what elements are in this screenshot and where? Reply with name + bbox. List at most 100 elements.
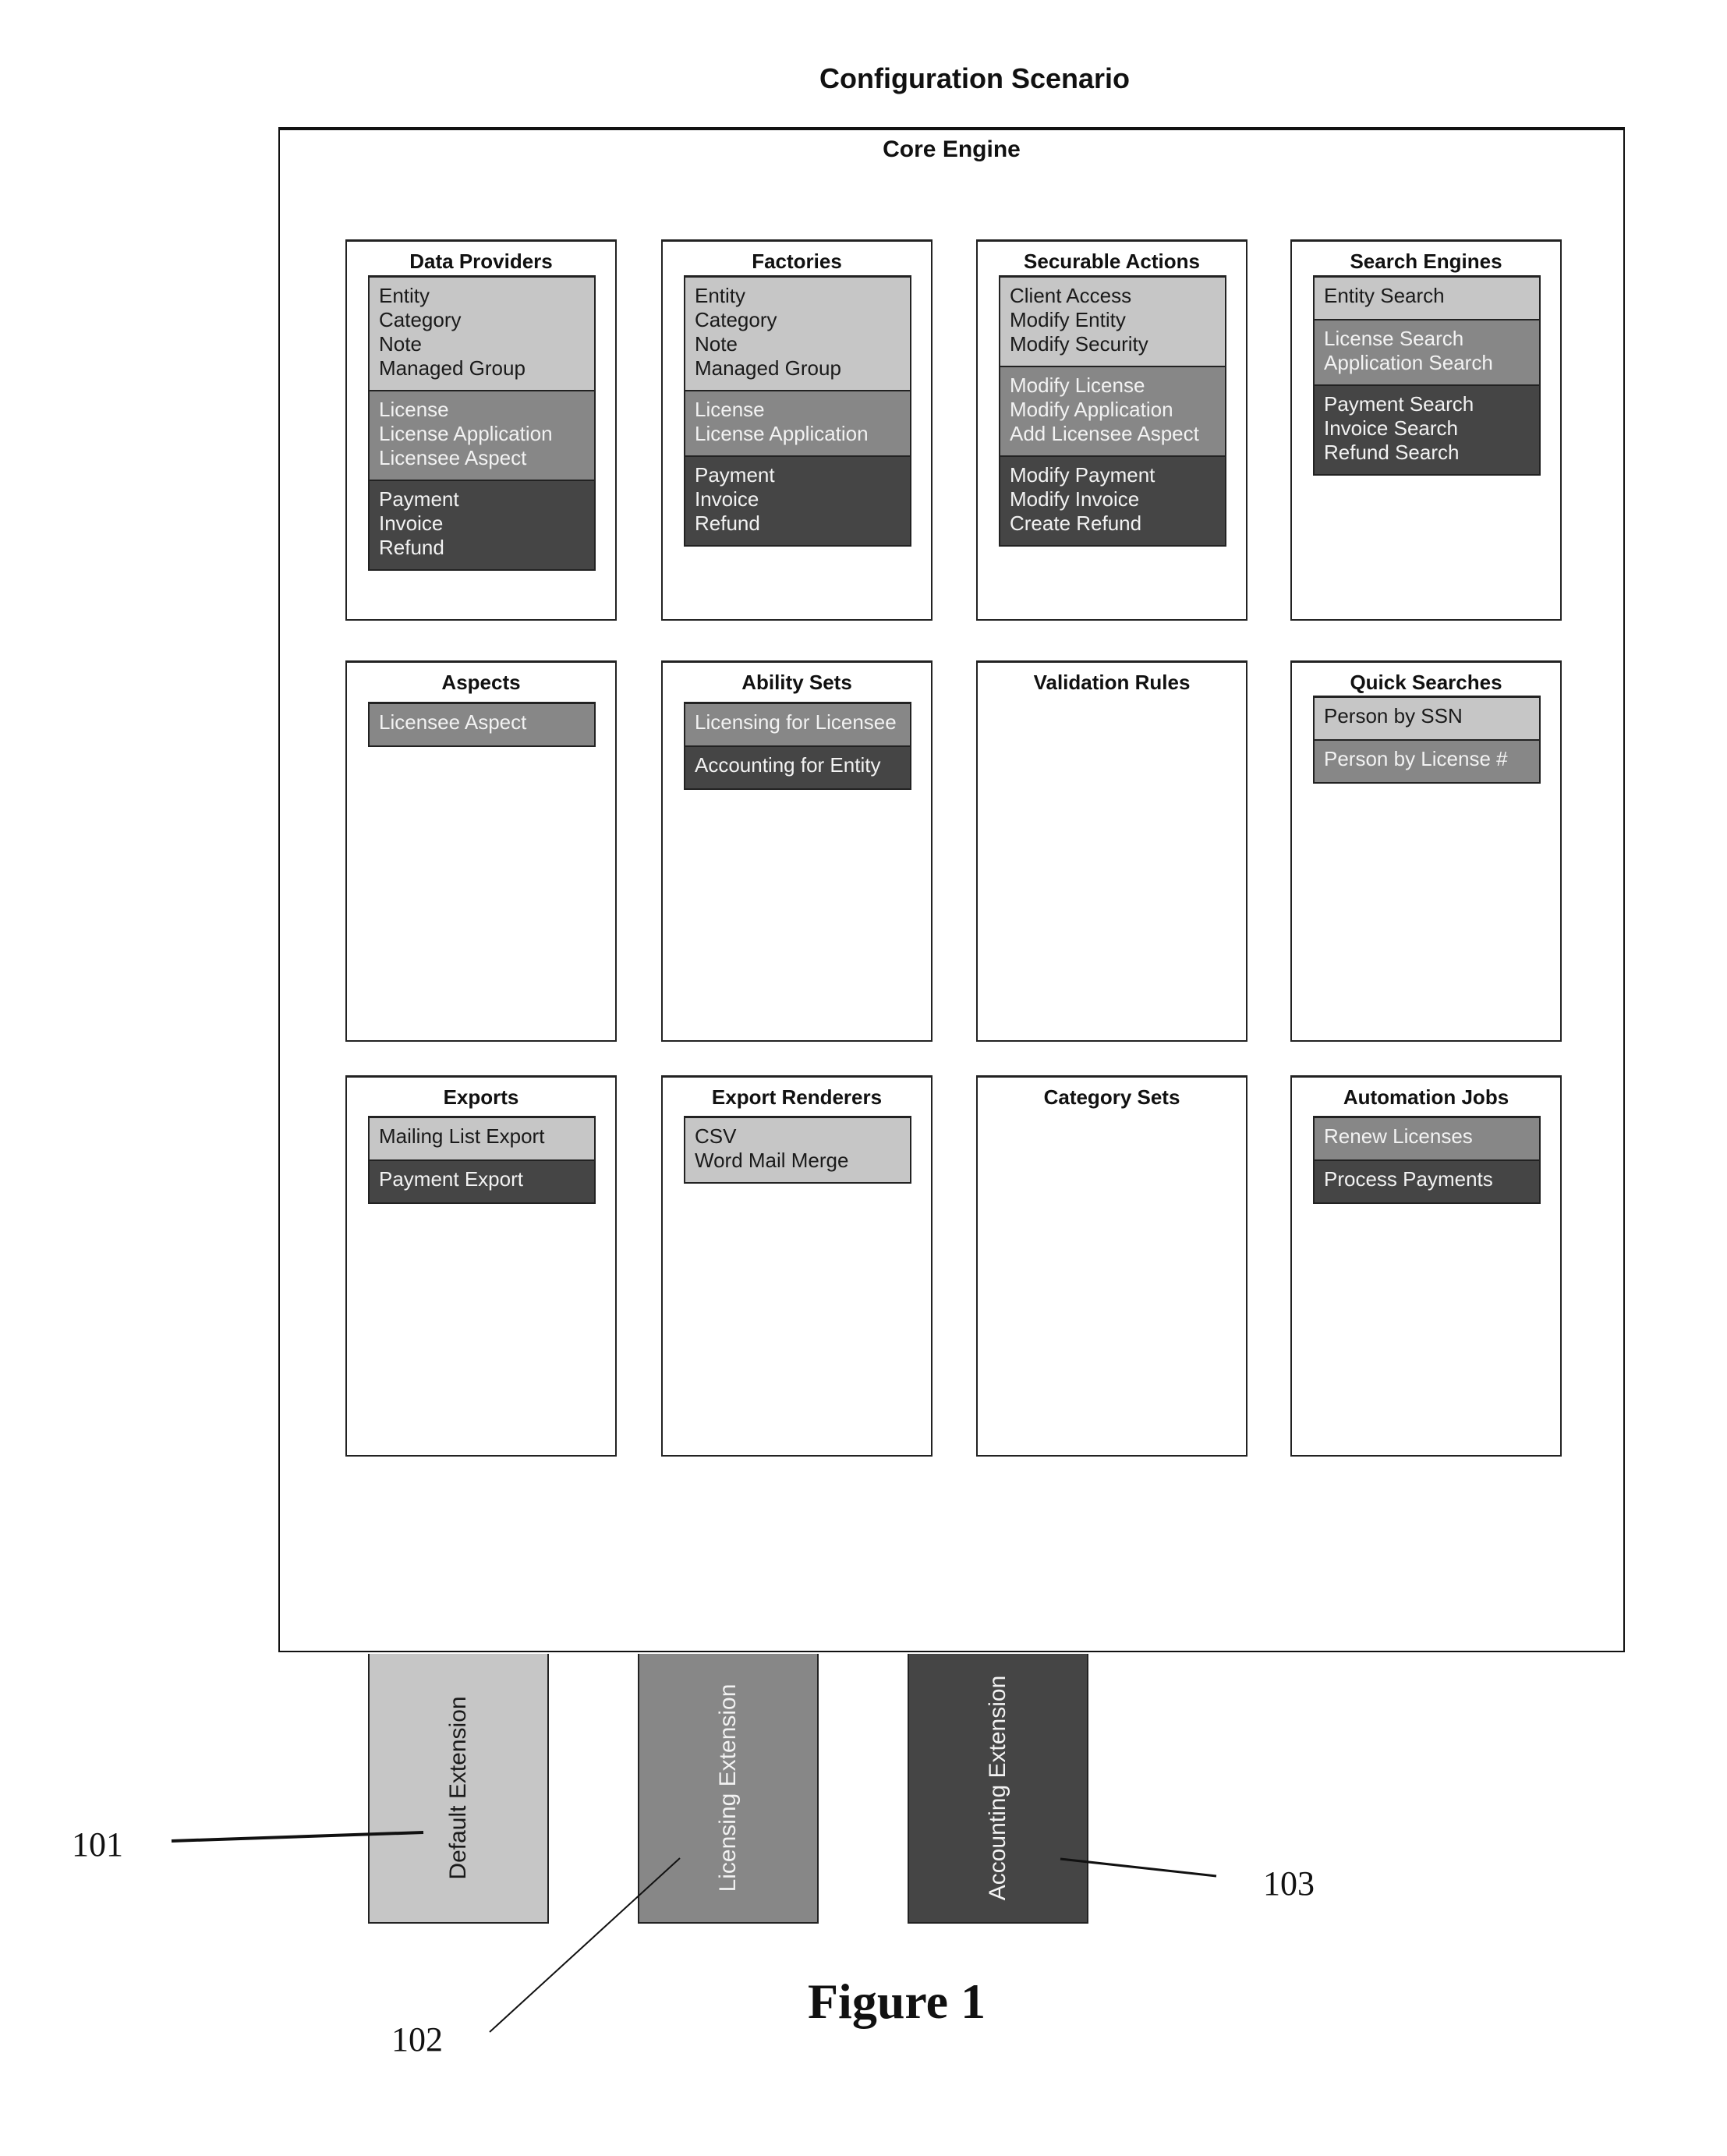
panel-title: Category Sets: [1043, 1085, 1180, 1109]
section-item: Invoice: [379, 512, 444, 535]
section-item: Add Licensee Aspect: [1010, 422, 1199, 445]
dark-extension-section: Payment Invoice Refund: [370, 480, 594, 569]
section-item: Mailing List Export: [379, 1124, 545, 1148]
panel-validation-rules: Validation Rules: [976, 660, 1247, 1042]
panel-title: Quick Searches: [1350, 671, 1502, 694]
section-item: Category: [379, 308, 462, 331]
extension-label: Licensing Extension: [715, 1683, 741, 1892]
extension-contribution-stack: Licensing for Licensee Accounting for Ent…: [684, 702, 911, 790]
panel-title: Validation Rules: [1033, 671, 1191, 694]
section-item: Payment: [379, 487, 459, 511]
section-item: Managed Group: [379, 356, 526, 380]
panel-title: Securable Actions: [1024, 250, 1200, 273]
section-item: Payment Export: [379, 1167, 523, 1191]
extension-contribution-stack: Entity Category Note Managed Group License Li…: [684, 275, 911, 547]
dark-extension-section: Process Payments: [1315, 1159, 1539, 1202]
panel-title: Aspects: [441, 671, 521, 694]
section-item: Refund Search: [1324, 441, 1460, 464]
panel-export-renderers: Export Renderers CSV Word Mail Merge: [661, 1075, 933, 1457]
mid-extension-section: Modify License Modify Application Add Lice…: [1000, 366, 1225, 455]
section-item: Entity Search: [1324, 284, 1445, 307]
extension-contribution-stack: Entity Search License Search Application S…: [1313, 275, 1541, 476]
panel-title: Export Renderers: [711, 1085, 883, 1109]
section-item: Person by License #: [1324, 747, 1508, 770]
section-item: Word Mail Merge: [695, 1149, 849, 1172]
section-item: Process Payments: [1324, 1167, 1493, 1191]
panel-automation-jobs: Automation Jobs Renew Licenses Process Pay…: [1290, 1075, 1562, 1457]
mid-extension-section: Licensing for Licensee: [685, 704, 910, 745]
extension-contribution-stack: Entity Category Note Managed Group License Li…: [368, 275, 596, 571]
core-engine-title: Core Engine: [883, 136, 1021, 162]
panel-data-providers: Data Providers Entity Category Note Managed …: [345, 239, 617, 621]
extension-contribution-stack: Renew Licenses Process Payments: [1313, 1116, 1541, 1204]
extension-contribution-stack: Client Access Modify Entity Modify Securit…: [999, 275, 1226, 547]
light-extension-section: Entity Search: [1315, 278, 1539, 319]
section-item: Note: [695, 332, 738, 356]
section-item: Licensee Aspect: [379, 446, 527, 469]
light-extension-section: Client Access Modify Entity Modify Securit…: [1000, 278, 1225, 366]
panel-search-engines: Search Engines Entity Search License Searc…: [1290, 239, 1562, 621]
section-item: Invoice: [695, 487, 759, 511]
dark-extension-section: Payment Search Invoice Search Refund Searc…: [1315, 384, 1539, 474]
dark-extension-section: Modify Payment Modify Invoice Create Refun…: [1000, 455, 1225, 545]
section-item: Managed Group: [695, 356, 841, 380]
section-item: Modify Security: [1010, 332, 1148, 356]
extension-contribution-stack: Person by SSN Person by License #: [1313, 696, 1541, 784]
panel-exports: Exports Mailing List Export Payment Export: [345, 1075, 617, 1457]
extension-contribution-stack: CSV Word Mail Merge: [684, 1116, 911, 1184]
section-item: CSV: [695, 1124, 737, 1148]
section-item: License: [695, 398, 765, 421]
light-extension-section: Person by SSN: [1315, 698, 1539, 739]
panel-title: Search Engines: [1350, 250, 1502, 273]
accounting-extension-block: Accounting Extension: [908, 1654, 1088, 1924]
section-item: Renew Licenses: [1324, 1124, 1473, 1148]
panel-ability-sets: Ability Sets Licensing for Licensee Accoun…: [661, 660, 933, 1042]
section-item: Invoice Search: [1324, 416, 1458, 440]
panel-title: Exports: [443, 1085, 519, 1109]
panel-title: Ability Sets: [741, 671, 852, 694]
panel-title: Automation Jobs: [1343, 1085, 1509, 1109]
section-item: Refund: [695, 512, 760, 535]
mid-extension-section: License License Application: [685, 390, 910, 455]
light-extension-section: Entity Category Note Managed Group: [370, 278, 594, 390]
panel-title: Data Providers: [409, 250, 553, 273]
extension-label: Accounting Extension: [985, 1675, 1010, 1901]
section-item: License Application: [695, 422, 869, 445]
section-item: Payment Search: [1324, 392, 1474, 416]
section-item: Refund: [379, 536, 444, 559]
mid-extension-section: License Search Application Search: [1315, 319, 1539, 384]
section-item: Person by SSN: [1324, 704, 1463, 728]
mid-extension-section: License License Application Licensee Aspec…: [370, 390, 594, 480]
section-item: Note: [379, 332, 422, 356]
section-item: Modify Entity: [1010, 308, 1126, 331]
section-item: License Search: [1324, 327, 1464, 350]
panel-title: Factories: [752, 250, 842, 273]
extension-label: Default Extension: [445, 1696, 471, 1880]
reference-label-101: 101: [72, 1825, 123, 1864]
mid-extension-section: Person by License #: [1315, 739, 1539, 782]
section-item: Modify Invoice: [1010, 487, 1140, 511]
licensing-extension-block: Licensing Extension: [638, 1654, 819, 1924]
section-item: License: [379, 398, 449, 421]
light-extension-section: Mailing List Export: [370, 1118, 594, 1159]
default-extension-block: Default Extension: [368, 1654, 549, 1924]
mid-extension-section: Renew Licenses: [1315, 1118, 1539, 1159]
section-item: Application Search: [1324, 351, 1493, 374]
section-item: License Application: [379, 422, 553, 445]
section-item: Licensee Aspect: [379, 710, 527, 734]
section-item: Create Refund: [1010, 512, 1142, 535]
dark-extension-section: Accounting for Entity: [685, 745, 910, 788]
section-item: Licensing for Licensee: [695, 710, 897, 734]
panel-category-sets: Category Sets: [976, 1075, 1247, 1457]
section-item: Payment: [695, 463, 775, 487]
extension-contribution-stack: Licensee Aspect: [368, 702, 596, 747]
section-item: Client Access: [1010, 284, 1132, 307]
extension-contribution-stack: Mailing List Export Payment Export: [368, 1116, 596, 1204]
figure-caption: Figure 1: [807, 1974, 986, 2029]
section-item: Entity: [695, 284, 746, 307]
section-item: Category: [695, 308, 777, 331]
section-item: Modify Application: [1010, 398, 1173, 421]
panel-quick-searches: Quick Searches Person by SSN Person by Lic…: [1290, 660, 1562, 1042]
mid-extension-section: Licensee Aspect: [370, 704, 594, 745]
light-extension-section: CSV Word Mail Merge: [685, 1118, 910, 1182]
